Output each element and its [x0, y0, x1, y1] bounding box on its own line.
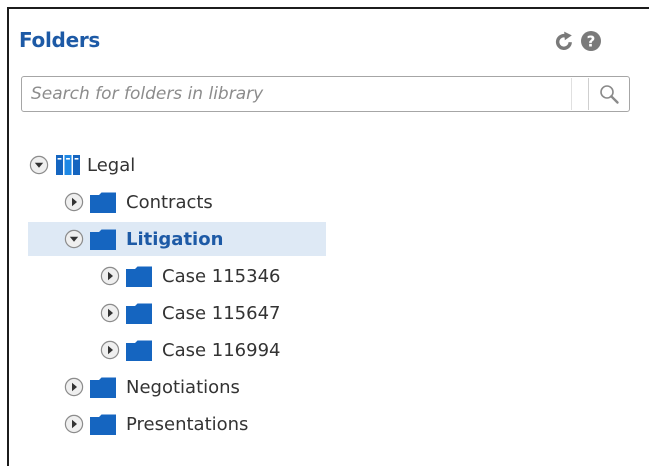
expand-toggle-icon[interactable] — [100, 303, 120, 323]
folder-icon — [126, 303, 152, 324]
search-input[interactable] — [23, 78, 568, 110]
folder-icon — [126, 340, 152, 361]
search-divider — [571, 78, 572, 110]
search-button[interactable] — [588, 78, 628, 110]
expand-toggle-icon[interactable] — [100, 266, 120, 286]
tree-item-label: Negotiations — [126, 376, 240, 398]
tree-item-litigation[interactable]: Litigation — [28, 222, 326, 256]
svg-text:?: ? — [587, 33, 596, 51]
tree-item-case-115346[interactable]: Case 115346 — [100, 259, 281, 293]
tree-item-case-115647[interactable]: Case 115647 — [100, 296, 281, 330]
tree-item-case-116994[interactable]: Case 116994 — [100, 333, 281, 367]
tree-item-label: Presentations — [126, 413, 249, 435]
tree-item-legal[interactable]: Legal — [29, 148, 135, 182]
expand-toggle-icon[interactable] — [64, 192, 84, 212]
tree-item-label: Case 115647 — [162, 302, 281, 324]
tree-item-label: Legal — [87, 154, 136, 176]
folder-icon — [90, 377, 116, 398]
magnifier-icon — [599, 85, 619, 104]
tree-item-presentations[interactable]: Presentations — [64, 407, 248, 441]
folder-search-box — [21, 76, 630, 112]
tree-item-label: Contracts — [126, 191, 213, 213]
folder-icon — [90, 192, 116, 213]
library-icon — [56, 155, 80, 175]
collapse-toggle-icon[interactable] — [64, 229, 84, 249]
tree-item-negotiations[interactable]: Negotiations — [64, 370, 240, 404]
folder-icon — [90, 414, 116, 435]
expand-toggle-icon[interactable] — [100, 340, 120, 360]
tree-item-label: Case 115346 — [162, 265, 281, 287]
tree-item-label: Case 116994 — [162, 339, 281, 361]
tree-item-contracts[interactable]: Contracts — [64, 185, 213, 219]
help-icon[interactable]: ? — [580, 30, 602, 52]
collapse-toggle-icon[interactable] — [29, 155, 49, 175]
expand-toggle-icon[interactable] — [64, 377, 84, 397]
refresh-icon[interactable] — [553, 30, 575, 52]
panel-title: Folders — [19, 28, 100, 52]
expand-toggle-icon[interactable] — [64, 414, 84, 434]
folder-icon — [126, 266, 152, 287]
tree-item-label: Litigation — [126, 228, 224, 250]
folder-icon — [90, 229, 116, 250]
